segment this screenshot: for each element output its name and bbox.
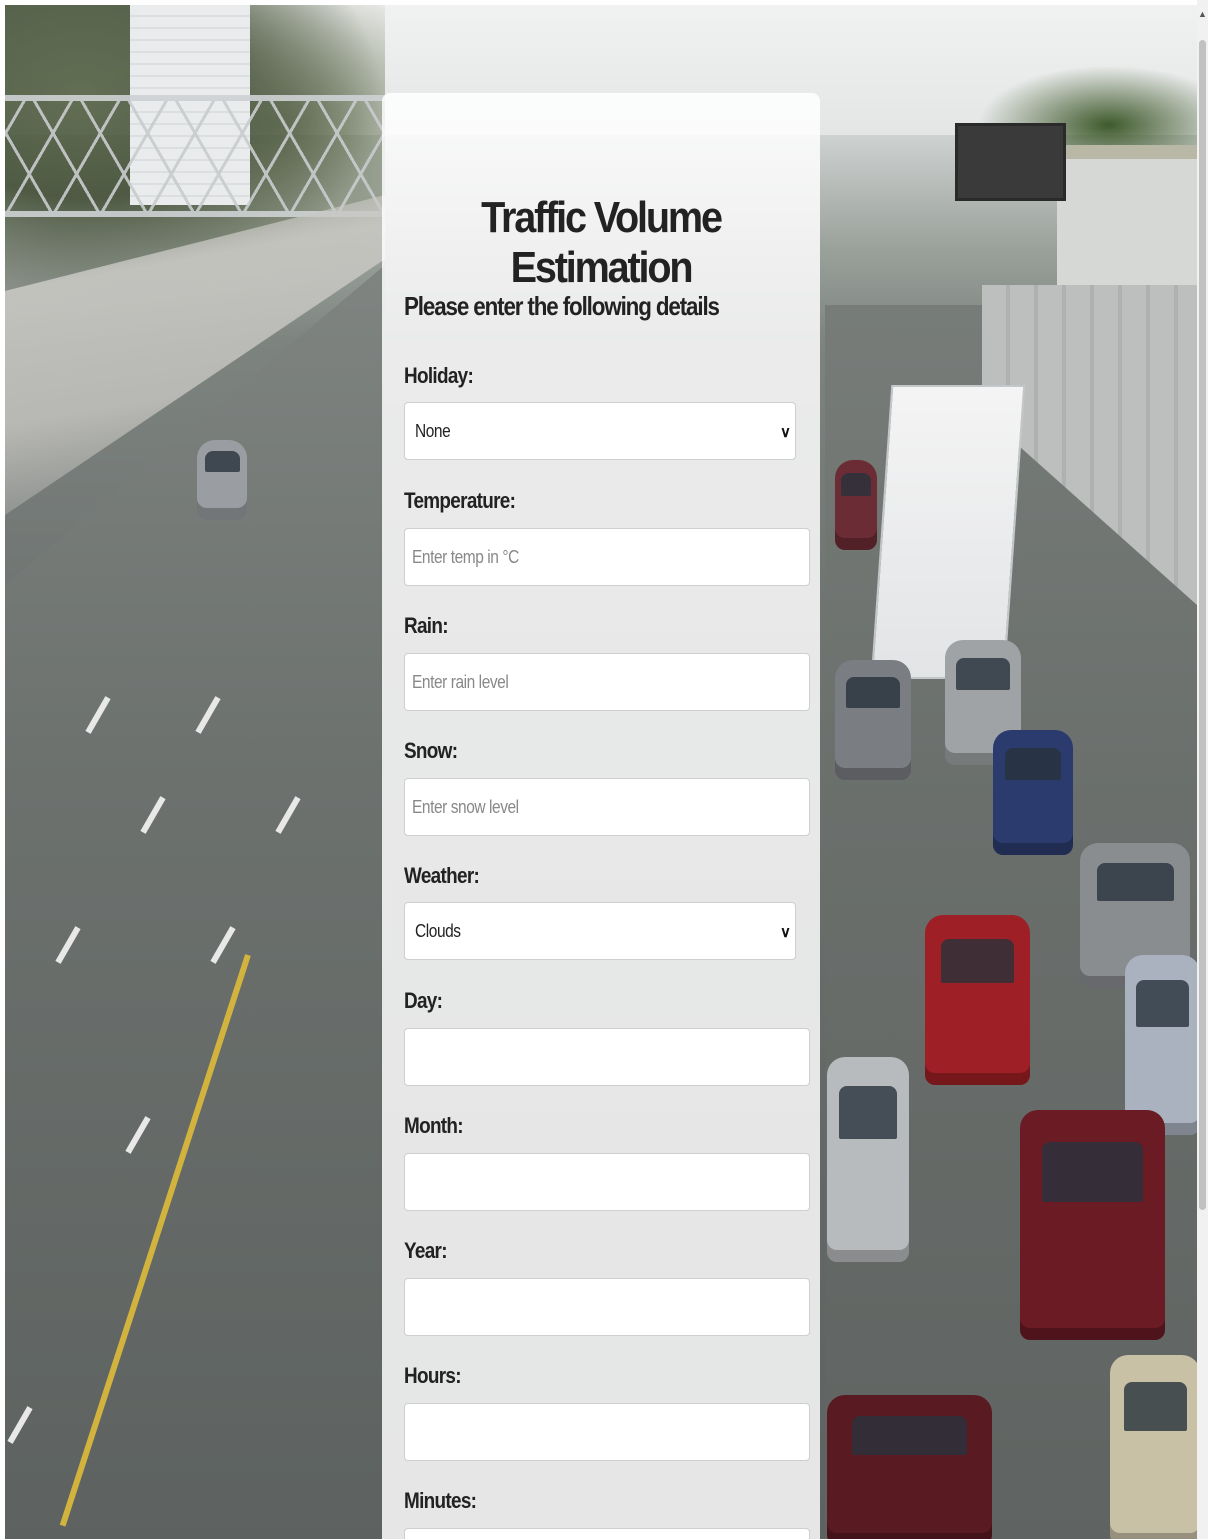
page-title: Traffic Volume Estimation bbox=[481, 193, 723, 292]
year-label: Year: bbox=[404, 1238, 448, 1263]
holiday-select-value: None bbox=[415, 421, 451, 441]
background-car bbox=[835, 460, 877, 550]
month-label: Month: bbox=[404, 1113, 464, 1138]
snow-input[interactable]: Enter snow level bbox=[404, 778, 810, 836]
minutes-label: Minutes: bbox=[404, 1488, 477, 1513]
background-car bbox=[1110, 1355, 1197, 1539]
year-input[interactable] bbox=[404, 1278, 810, 1336]
day-input[interactable] bbox=[404, 1028, 810, 1086]
rain-input-placeholder: Enter rain level bbox=[412, 672, 509, 692]
rain-input[interactable]: Enter rain level bbox=[404, 653, 810, 711]
holiday-label: Holiday: bbox=[404, 363, 474, 388]
rain-label: Rain: bbox=[404, 613, 449, 638]
month-input[interactable] bbox=[404, 1153, 810, 1211]
weather-select[interactable]: Clouds ∨ bbox=[404, 902, 796, 960]
hours-input[interactable] bbox=[404, 1403, 810, 1461]
background-car bbox=[993, 730, 1073, 855]
background-car bbox=[925, 915, 1030, 1085]
background-car bbox=[827, 1395, 992, 1539]
background-car bbox=[1020, 1110, 1165, 1340]
page-scrollbar[interactable]: ▲ bbox=[1197, 0, 1208, 1539]
background-car bbox=[827, 1057, 909, 1262]
chevron-down-icon: ∨ bbox=[780, 924, 791, 941]
temperature-input[interactable]: Enter temp in °C bbox=[404, 528, 810, 586]
temperature-input-placeholder: Enter temp in °C bbox=[412, 547, 519, 567]
minutes-input[interactable] bbox=[404, 1528, 810, 1539]
snow-input-placeholder: Enter snow level bbox=[412, 797, 519, 817]
background-car bbox=[197, 440, 247, 520]
form-subtitle: Please enter the following details bbox=[404, 291, 720, 321]
snow-label: Snow: bbox=[404, 738, 458, 763]
background-truck bbox=[870, 385, 1026, 679]
weather-select-value: Clouds bbox=[415, 921, 461, 941]
holiday-select[interactable]: None ∨ bbox=[404, 402, 796, 460]
background-car bbox=[835, 660, 911, 780]
background-billboard bbox=[955, 123, 1066, 201]
triangle-up-icon[interactable]: ▲ bbox=[1198, 8, 1207, 20]
background-gantry bbox=[5, 95, 385, 217]
hours-label: Hours: bbox=[404, 1363, 462, 1388]
day-label: Day: bbox=[404, 988, 443, 1013]
chevron-down-icon: ∨ bbox=[780, 424, 791, 441]
form-card: Traffic Volume Estimation Please enter t… bbox=[382, 93, 820, 1539]
temperature-label: Temperature: bbox=[404, 488, 516, 513]
background-car bbox=[1125, 955, 1197, 1135]
weather-label: Weather: bbox=[404, 863, 480, 888]
scrollbar-thumb[interactable] bbox=[1199, 40, 1206, 1210]
